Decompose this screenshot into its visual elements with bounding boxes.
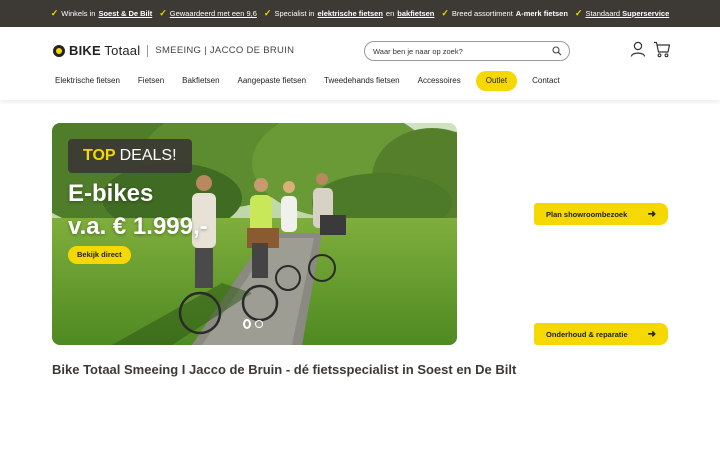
stores-link[interactable]: Soest & De Bilt — [98, 9, 152, 18]
superservice-link[interactable]: Standaard Superservice — [585, 9, 669, 18]
usp-item-rating: ✓ Gewaardeerd met een 9,6 — [159, 8, 257, 19]
search-bar[interactable] — [364, 41, 570, 61]
main-nav: Elektrische fietsen Fietsen Bakfietsen A… — [46, 71, 569, 91]
arrow-right-icon: ➜ — [647, 328, 656, 340]
usp-item-specialist: ✓ Specialist in elektrische fietsen en b… — [264, 8, 434, 19]
cargo-bikes-link[interactable]: bakfietsen — [397, 9, 434, 18]
user-icon[interactable] — [630, 41, 646, 57]
arrow-right-icon: ➜ — [647, 208, 656, 220]
nav-item-ebikes[interactable]: Elektrische fietsen — [46, 71, 129, 91]
top-deals-label: TOP DEALS! — [68, 139, 192, 173]
nav-item-outlet[interactable]: Outlet — [475, 71, 518, 91]
usp-text: en — [385, 9, 395, 18]
check-icon: ✓ — [441, 8, 449, 18]
logo-text: BIKE Totaal — [69, 43, 141, 58]
plan-showroom-visit-button[interactable]: Plan showroombezoek ➜ — [534, 203, 668, 225]
nav-item-cargo-bikes[interactable]: Bakfietsen — [173, 71, 228, 91]
cart-icon[interactable] — [653, 41, 671, 58]
nav-item-second-hand[interactable]: Tweedehands fietsen — [315, 71, 409, 91]
maintenance-repair-button[interactable]: Onderhoud & reparatie ➜ — [534, 323, 668, 345]
usp-text: Specialist in — [274, 9, 315, 18]
hero-price: v.a. € 1.999,- — [68, 213, 208, 240]
check-icon: ✓ — [574, 8, 583, 18]
view-deal-button[interactable]: Bekijk direct — [68, 246, 131, 264]
search-input[interactable] — [373, 46, 545, 56]
logo[interactable]: BIKE Totaal SMEEING | JACCO DE BRUIN — [53, 43, 294, 58]
usp-text: Breed assortiment — [451, 9, 513, 18]
page-title: Bike Totaal Smeeing I Jacco de Bruin - d… — [52, 362, 517, 377]
site-header: BIKE Totaal SMEEING | JACCO DE BRUIN Ele… — [0, 27, 720, 100]
ebikes-link[interactable]: elektrische fietsen — [317, 9, 382, 18]
carousel-dot-1[interactable] — [243, 319, 251, 329]
hero-banner[interactable]: TOP DEALS! E-bikes v.a. € 1.999,- Bekijk … — [52, 123, 457, 345]
hero-title: E-bikes — [68, 180, 154, 207]
check-icon: ✓ — [50, 8, 59, 18]
logo-subtitle: SMEEING | JACCO DE BRUIN — [155, 45, 295, 56]
nav-item-contact[interactable]: Contact — [523, 71, 569, 91]
logo-divider — [147, 44, 149, 57]
check-icon: ✓ — [159, 8, 167, 18]
check-icon: ✓ — [263, 8, 272, 18]
nav-item-accessories[interactable]: Accessoires — [409, 71, 470, 91]
nav-item-adapted-bikes[interactable]: Aangepaste fietsen — [229, 71, 316, 91]
nav-item-bikes[interactable]: Fietsen — [129, 71, 173, 91]
logo-icon — [53, 44, 65, 57]
rating-link[interactable]: Gewaardeerd met een 9,6 — [170, 9, 257, 18]
usp-bar: ✓ Winkels in Soest & De Bilt ✓ Gewaardee… — [0, 0, 720, 27]
usp-item-service: ✓ Standaard Superservice — [575, 8, 669, 19]
carousel-dots — [243, 319, 263, 329]
usp-bold: A-merk fietsen — [515, 9, 568, 18]
usp-text: Winkels in — [61, 9, 96, 18]
usp-item-assortment: ✓ Breed assortiment A-merk fietsen — [441, 8, 568, 19]
carousel-dot-2[interactable] — [255, 320, 263, 328]
search-icon[interactable] — [552, 46, 562, 56]
usp-item-stores: ✓ Winkels in Soest & De Bilt — [51, 8, 153, 19]
